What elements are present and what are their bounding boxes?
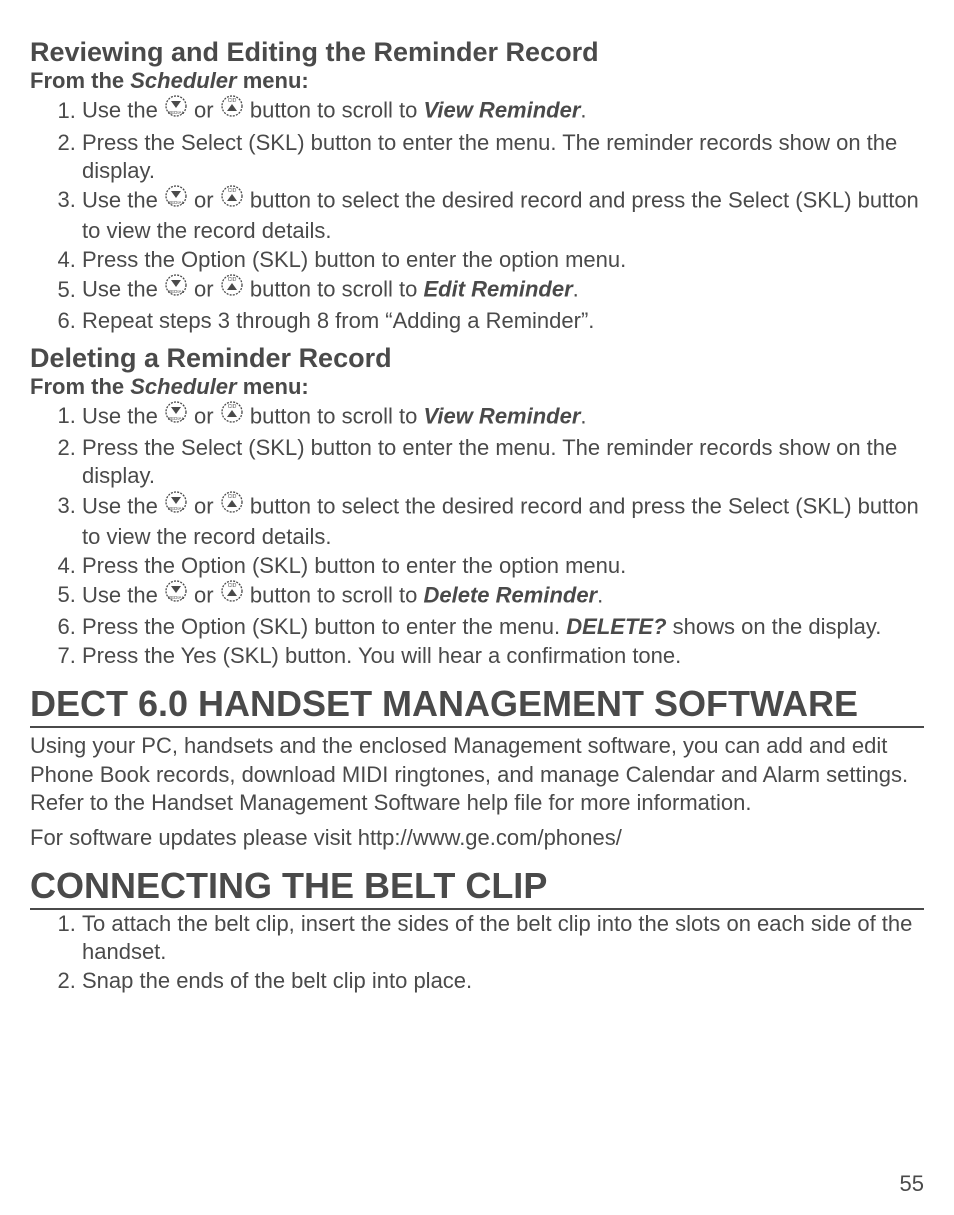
section-title-dect: DECT 6.0 HANDSET MANAGEMENT SOFTWARE	[30, 684, 924, 728]
subhead-scheduler-2: From the Scheduler menu:	[30, 374, 924, 400]
list-item: Press the Option (SKL) button to enter t…	[82, 552, 924, 580]
text: Use the	[82, 403, 164, 428]
text-bold-italic: Edit Reminder	[424, 277, 573, 302]
text-bold-italic: Delete Reminder	[424, 582, 598, 607]
text: .	[573, 277, 579, 302]
text: or	[188, 582, 220, 607]
text-em: Scheduler	[130, 374, 236, 399]
up-arrow-icon	[220, 490, 244, 521]
list-item: Use the or button to scroll to Edit Remi…	[82, 275, 924, 306]
section-title-reviewing: Reviewing and Editing the Reminder Recor…	[30, 36, 924, 68]
text: From the	[30, 374, 130, 399]
text: button to scroll to	[244, 582, 424, 607]
list-item: Snap the ends of the belt clip into plac…	[82, 967, 924, 995]
up-arrow-icon	[220, 273, 244, 304]
up-arrow-icon	[220, 94, 244, 125]
text: or	[188, 277, 220, 302]
text: button to scroll to	[244, 277, 424, 302]
down-arrow-icon	[164, 579, 188, 610]
paragraph: For software updates please visit http:/…	[30, 824, 924, 853]
text: .	[580, 98, 586, 123]
list-item: Use the or button to select the desired …	[82, 492, 924, 551]
text: menu:	[237, 374, 309, 399]
down-arrow-icon	[164, 490, 188, 521]
list-item: Press the Option (SKL) button to enter t…	[82, 613, 924, 641]
list-item: Repeat steps 3 through 8 from “Adding a …	[82, 307, 924, 335]
list-item: Press the Yes (SKL) button. You will hea…	[82, 642, 924, 670]
list-reviewing: Use the or button to scroll to View Remi…	[30, 96, 924, 335]
text: shows on the display.	[667, 614, 882, 639]
list-item: Use the or button to scroll to View Remi…	[82, 96, 924, 127]
text: Press the Option (SKL) button to enter t…	[82, 614, 566, 639]
list-deleting: Use the or button to scroll to View Remi…	[30, 402, 924, 670]
up-arrow-icon	[220, 184, 244, 215]
text: or	[188, 187, 220, 212]
text: or	[188, 493, 220, 518]
list-item: Use the or button to scroll to Delete Re…	[82, 581, 924, 612]
down-arrow-icon	[164, 94, 188, 125]
text-bold-italic: View Reminder	[424, 403, 581, 428]
list-item: Press the Option (SKL) button to enter t…	[82, 246, 924, 274]
text: .	[580, 403, 586, 428]
page-number: 55	[900, 1171, 924, 1197]
text: button to scroll to	[244, 403, 424, 428]
text: or	[188, 98, 220, 123]
text: Use the	[82, 187, 164, 212]
text: Use the	[82, 493, 164, 518]
text: Use the	[82, 277, 164, 302]
list-item: To attach the belt clip, insert the side…	[82, 910, 924, 966]
text: .	[597, 582, 603, 607]
down-arrow-icon	[164, 273, 188, 304]
paragraph: Using your PC, handsets and the enclosed…	[30, 732, 924, 818]
list-item: Press the Select (SKL) button to enter t…	[82, 129, 924, 185]
up-arrow-icon	[220, 579, 244, 610]
text-bold-italic: View Reminder	[424, 98, 581, 123]
text: Use the	[82, 98, 164, 123]
text: or	[188, 403, 220, 428]
down-arrow-icon	[164, 184, 188, 215]
text: From the	[30, 68, 130, 93]
text: button to scroll to	[244, 98, 424, 123]
list-item: Press the Select (SKL) button to enter t…	[82, 434, 924, 490]
section-title-deleting: Deleting a Reminder Record	[30, 342, 924, 374]
text-bold-italic: DELETE?	[566, 614, 666, 639]
list-item: Use the or button to scroll to View Remi…	[82, 402, 924, 433]
list-beltclip: To attach the belt clip, insert the side…	[30, 910, 924, 995]
down-arrow-icon	[164, 400, 188, 431]
text-em: Scheduler	[130, 68, 236, 93]
section-title-beltclip: CONNECTING THE BELT CLIP	[30, 866, 924, 910]
subhead-scheduler-1: From the Scheduler menu:	[30, 68, 924, 94]
text: menu:	[237, 68, 309, 93]
up-arrow-icon	[220, 400, 244, 431]
text: Use the	[82, 582, 164, 607]
list-item: Use the or button to select the desired …	[82, 186, 924, 245]
